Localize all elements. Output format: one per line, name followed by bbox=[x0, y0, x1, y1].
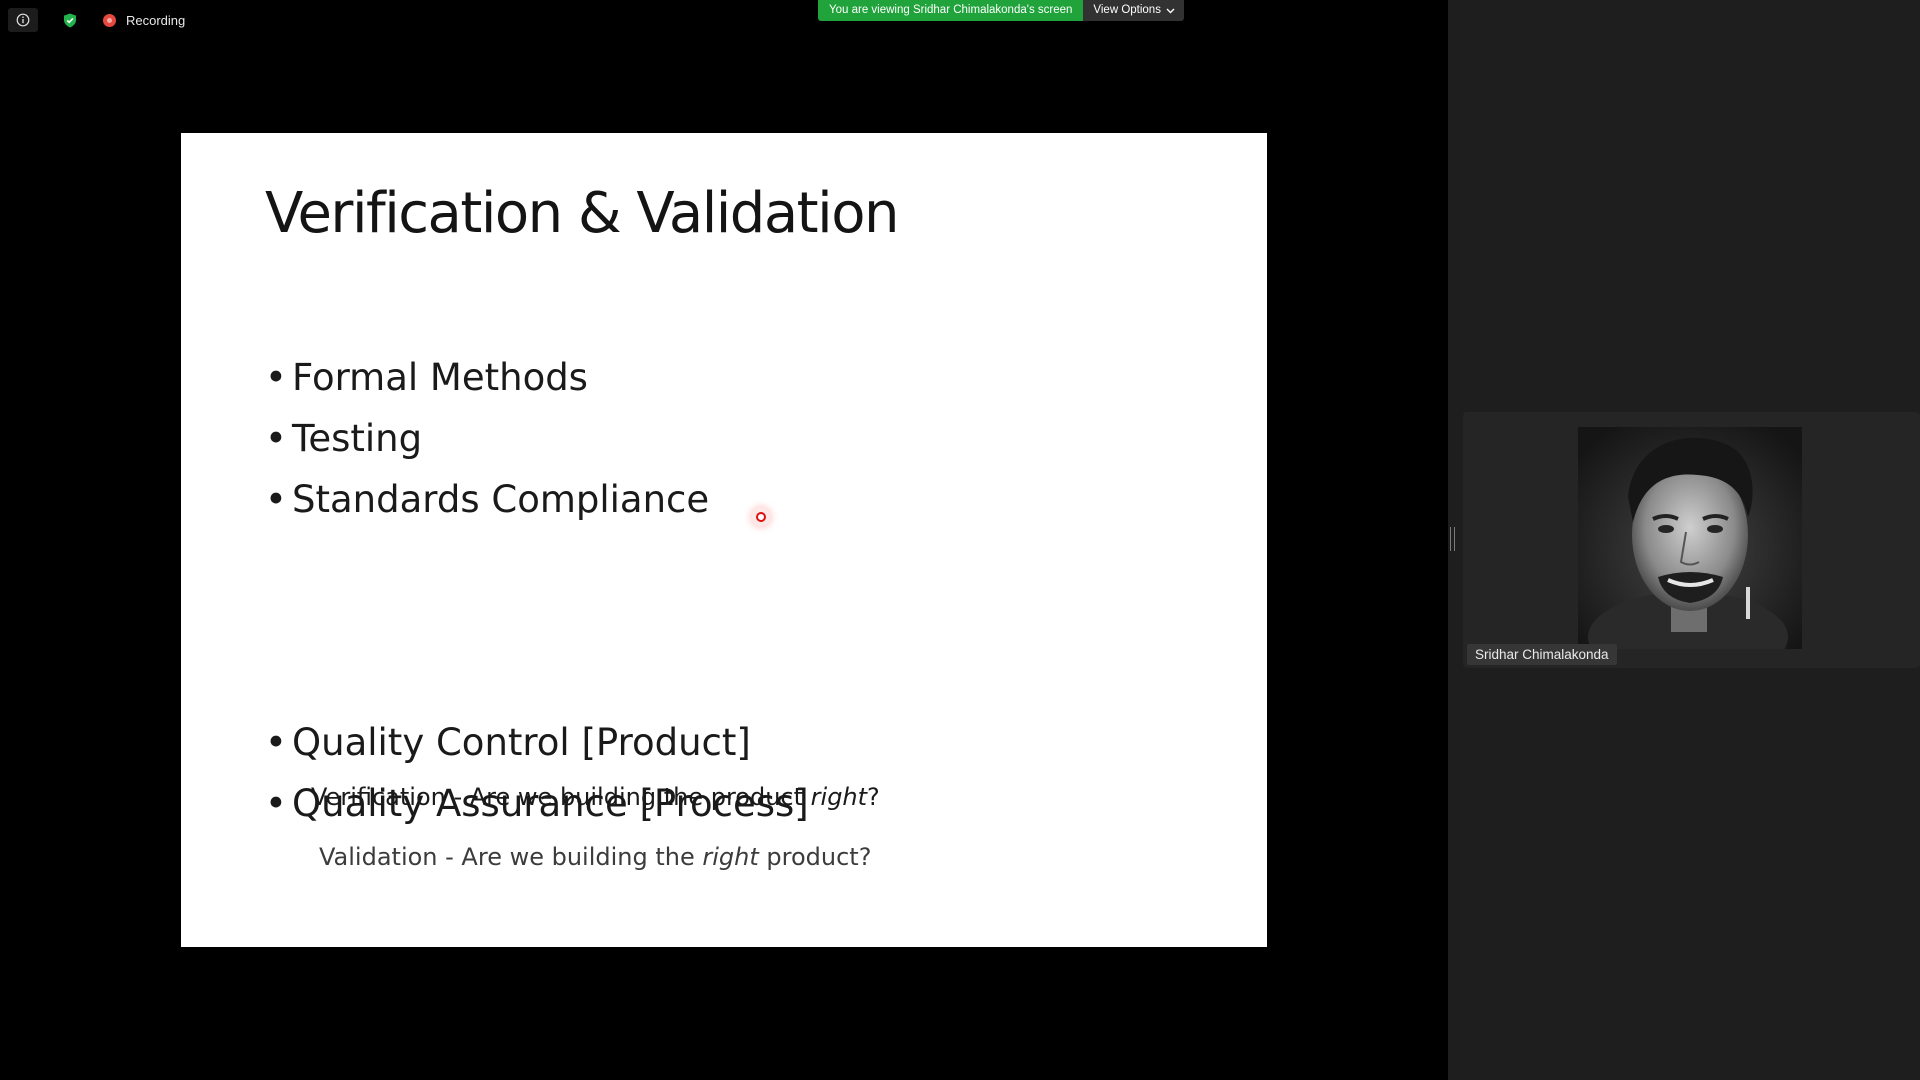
bullet-item: Testing bbox=[265, 408, 709, 469]
info-icon bbox=[16, 13, 30, 27]
recording-indicator[interactable]: Recording bbox=[103, 13, 185, 28]
verification-prefix: Verification - Are we building the produ… bbox=[311, 783, 811, 811]
bullet-list-primary: Formal Methods Testing Standards Complia… bbox=[265, 347, 709, 530]
validation-emphasis: right bbox=[702, 843, 759, 871]
view-options-button[interactable]: View Options bbox=[1083, 0, 1184, 21]
verification-note: Verification - Are we building the produ… bbox=[311, 783, 880, 811]
validation-suffix: product? bbox=[758, 843, 872, 871]
participant-video bbox=[1578, 427, 1802, 649]
participant-video-frame bbox=[1578, 427, 1802, 649]
view-options-label: View Options bbox=[1093, 4, 1161, 16]
validation-note: Validation - Are we building the right p… bbox=[319, 843, 871, 871]
chevron-down-icon bbox=[1166, 8, 1175, 13]
bullet-item: Quality Control [Product] bbox=[265, 712, 809, 773]
meeting-info-button[interactable] bbox=[8, 8, 38, 32]
verification-suffix: ? bbox=[867, 783, 880, 811]
shield-check-icon bbox=[64, 13, 76, 27]
bullet-item: Standards Compliance bbox=[265, 469, 709, 530]
participant-tile[interactable]: Sridhar Chimalakonda bbox=[1463, 412, 1920, 668]
recording-icon bbox=[103, 13, 116, 27]
screen-share-banner: You are viewing Sridhar Chimalakonda's s… bbox=[818, 0, 1184, 21]
verification-emphasis: right bbox=[810, 783, 868, 811]
panel-resize-handle[interactable] bbox=[1450, 527, 1455, 551]
participant-name-tag: Sridhar Chimalakonda bbox=[1467, 644, 1617, 665]
shared-slide: Verification & Validation Formal Methods… bbox=[181, 133, 1267, 947]
bullet-list-secondary: Quality Control [Product] Quality Assura… bbox=[265, 712, 809, 834]
meeting-indicators: Recording bbox=[8, 8, 185, 32]
bullet-item: Formal Methods bbox=[265, 347, 709, 408]
slide-title: Verification & Validation bbox=[265, 181, 899, 246]
validation-prefix: Validation - Are we building the bbox=[319, 843, 703, 871]
security-indicator[interactable] bbox=[55, 8, 85, 32]
recording-label: Recording bbox=[126, 12, 186, 28]
laser-pointer-icon bbox=[752, 508, 770, 526]
screen-share-label: You are viewing Sridhar Chimalakonda's s… bbox=[818, 0, 1084, 21]
